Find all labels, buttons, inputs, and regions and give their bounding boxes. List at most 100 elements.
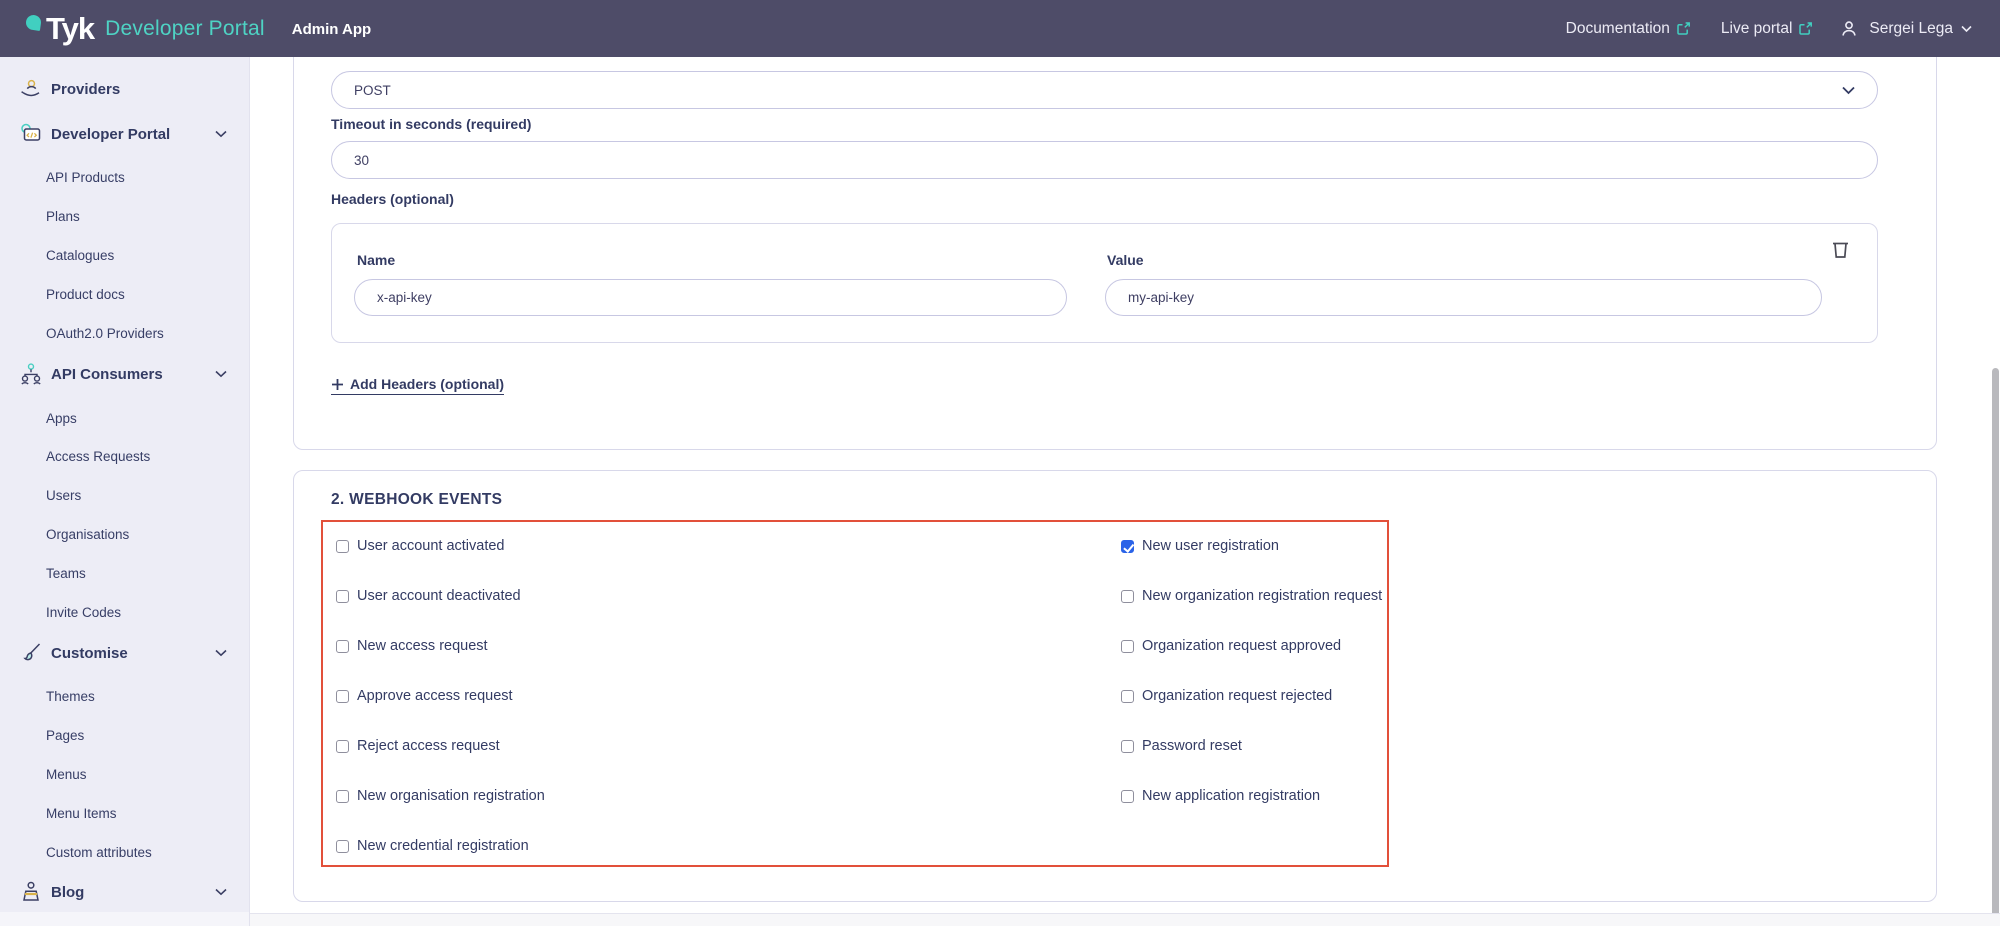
checkbox-label: Approve access request [357, 688, 513, 704]
sidebar-item-pages[interactable]: Pages [0, 716, 249, 754]
api-consumers-icon [17, 361, 44, 387]
sidebar-item-product-docs[interactable]: Product docs [0, 275, 249, 313]
checkbox-row[interactable]: Organization request rejected [1121, 688, 1382, 704]
checkbox[interactable] [1121, 539, 1134, 553]
sidebar-item-developer-portal[interactable]: Developer Portal [0, 112, 249, 156]
add-headers-link[interactable]: Add Headers (optional) [331, 376, 505, 395]
checkbox[interactable] [336, 539, 349, 553]
sidebar-item-organisations[interactable]: Organisations [0, 515, 249, 553]
checkbox-row[interactable]: New credential registration [336, 838, 545, 854]
user-icon [1839, 19, 1859, 39]
checkbox[interactable] [336, 589, 349, 603]
sidebar-item-label: Menu Items [46, 805, 117, 821]
checkbox-label: User account deactivated [357, 588, 521, 604]
sidebar-item-custom-attributes[interactable]: Custom attributes [0, 833, 249, 871]
documentation-link[interactable]: Documentation [1566, 20, 1691, 38]
webhook-config-card: POST Timeout in seconds (required) Heade… [293, 57, 1937, 450]
header-name-input[interactable] [377, 290, 1044, 305]
checkbox-label: New credential registration [357, 838, 529, 854]
sidebar-item-invite-codes[interactable]: Invite Codes [0, 593, 249, 631]
sidebar-item-label: Providers [51, 80, 121, 98]
checkbox[interactable] [336, 839, 349, 853]
live-portal-link[interactable]: Live portal [1721, 20, 1814, 38]
timeout-input-wrap [331, 141, 1878, 179]
checkbox[interactable] [336, 689, 349, 703]
checkbox[interactable] [1121, 589, 1134, 603]
sidebar-item-access-requests[interactable]: Access Requests [0, 437, 249, 475]
blog-icon [17, 879, 44, 905]
chevron-down-icon [1961, 25, 1972, 33]
sidebar-item-blog[interactable]: Blog [0, 870, 249, 914]
checkbox-row[interactable]: New access request [336, 638, 545, 654]
sidebar-item-label: Teams [46, 565, 86, 581]
brand-app-label: Admin App [291, 21, 372, 38]
timeout-input[interactable] [354, 152, 1855, 168]
chevron-down-icon [215, 888, 227, 896]
checkbox-row[interactable]: User account deactivated [336, 588, 545, 604]
sidebar-item-menu-items[interactable]: Menu Items [0, 794, 249, 832]
sidebar-item-oauth-providers[interactable]: OAuth2.0 Providers [0, 314, 249, 352]
checkbox-row[interactable]: Organization request approved [1121, 638, 1382, 654]
sidebar-item-catalogues[interactable]: Catalogues [0, 236, 249, 274]
sidebar-item-label: Invite Codes [46, 604, 122, 620]
sidebar-item-customise[interactable]: Customise [0, 631, 249, 675]
webhook-events-left-column: User account activated User account deac… [336, 522, 545, 854]
checkbox-label: New organization registration request [1142, 588, 1383, 604]
scrollbar-thumb[interactable] [1992, 368, 1999, 926]
webhook-events-highlight: User account activated User account deac… [321, 520, 1389, 867]
checkbox-row[interactable]: New organization registration request [1121, 588, 1382, 604]
checkbox-label: Organization request rejected [1142, 688, 1333, 704]
sidebar-item-label: Product docs [46, 286, 125, 302]
checkbox-row[interactable]: Password reset [1121, 738, 1382, 754]
checkbox-row[interactable]: New application registration [1121, 788, 1382, 804]
sidebar-item-label: Pages [46, 727, 85, 743]
webhook-events-card: 2. WEBHOOK EVENTS User account activated… [293, 470, 1937, 902]
developer-portal-icon [17, 121, 44, 147]
checkbox-row[interactable]: Reject access request [336, 738, 545, 754]
header-value-label: Value [1107, 252, 1144, 268]
checkbox-row[interactable]: User account activated [336, 538, 545, 554]
checkbox-row[interactable]: New user registration [1121, 538, 1382, 554]
sidebar-item-apps[interactable]: Apps [0, 399, 249, 437]
checkbox-row[interactable]: Approve access request [336, 688, 545, 704]
header-value-input-wrap [1105, 279, 1822, 316]
plus-icon [331, 378, 344, 391]
checkbox-row[interactable]: New organisation registration [336, 788, 545, 804]
sidebar-item-api-products[interactable]: API Products [0, 158, 249, 196]
method-select[interactable]: POST [331, 71, 1878, 109]
sidebar-item-label: Users [46, 487, 82, 503]
header-name-input-wrap [354, 279, 1067, 316]
sidebar-item-providers[interactable]: Providers [0, 67, 249, 111]
checkbox-label: User account activated [357, 538, 505, 554]
sidebar-item-label: API Products [46, 169, 125, 185]
sidebar-item-teams[interactable]: Teams [0, 554, 249, 592]
checkbox[interactable] [1121, 689, 1134, 703]
sidebar-item-themes[interactable]: Themes [0, 677, 249, 715]
external-link-icon [1676, 21, 1691, 36]
user-menu[interactable]: Sergei Lega [1839, 19, 1972, 39]
checkbox[interactable] [1121, 739, 1134, 753]
live-portal-link-label: Live portal [1720, 19, 1793, 37]
header-row-card: Name Value [331, 223, 1878, 343]
webhook-events-title: 2. WEBHOOK EVENTS [331, 491, 503, 508]
chevron-down-icon [215, 370, 227, 378]
sidebar-item-menus[interactable]: Menus [0, 755, 249, 793]
checkbox[interactable] [336, 639, 349, 653]
sidebar-bottom-fade [0, 912, 249, 926]
header-value-input[interactable] [1128, 290, 1799, 305]
trash-icon[interactable] [1829, 237, 1852, 262]
sidebar-item-label: OAuth2.0 Providers [46, 325, 164, 341]
checkbox[interactable] [1121, 639, 1134, 653]
external-link-icon [1798, 21, 1813, 36]
checkbox[interactable] [336, 739, 349, 753]
sidebar-item-api-consumers[interactable]: API Consumers [0, 352, 249, 396]
checkbox[interactable] [336, 789, 349, 803]
sidebar: Providers Developer Portal API Products … [0, 57, 250, 926]
chevron-down-icon [215, 649, 227, 657]
sidebar-item-plans[interactable]: Plans [0, 197, 249, 235]
header-name-label: Name [357, 252, 396, 268]
checkbox[interactable] [1121, 789, 1134, 803]
add-headers-link-label: Add Headers (optional) [350, 376, 505, 392]
sidebar-item-label: Themes [46, 688, 95, 704]
sidebar-item-users[interactable]: Users [0, 476, 249, 514]
